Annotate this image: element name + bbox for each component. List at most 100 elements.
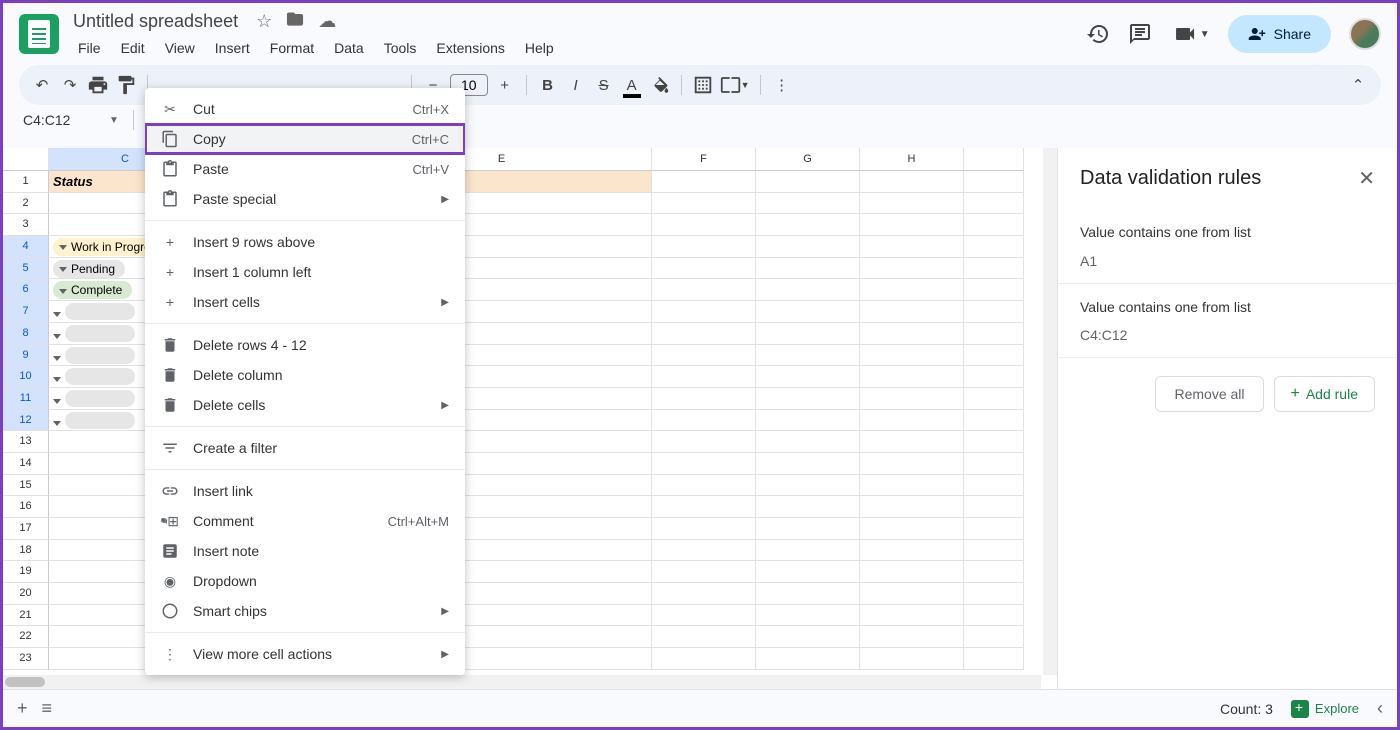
menu-data[interactable]: Data xyxy=(325,36,373,60)
print-icon[interactable] xyxy=(87,74,109,96)
row-header-17[interactable]: 17 xyxy=(3,518,49,540)
cell-G11[interactable] xyxy=(756,388,860,410)
cell-I7[interactable] xyxy=(964,301,1024,323)
undo-icon[interactable]: ↶ xyxy=(31,74,53,96)
cell-I5[interactable] xyxy=(964,258,1024,280)
cell-I9[interactable] xyxy=(964,345,1024,367)
cell-G15[interactable] xyxy=(756,475,860,497)
cell-H18[interactable] xyxy=(860,540,964,562)
cell-H2[interactable] xyxy=(860,193,964,215)
col-header-h[interactable]: H xyxy=(860,148,964,171)
text-color-icon[interactable]: A xyxy=(621,74,643,96)
validation-rule-2[interactable]: Value contains one from list C4:C12 xyxy=(1058,284,1397,359)
cell-I4[interactable] xyxy=(964,236,1024,258)
cell-F23[interactable] xyxy=(652,648,756,670)
cell-H8[interactable] xyxy=(860,323,964,345)
ctx-delete-rows[interactable]: Delete rows 4 - 12 xyxy=(145,330,465,360)
ctx-delete-column[interactable]: Delete column xyxy=(145,360,465,390)
cell-G22[interactable] xyxy=(756,626,860,648)
cell-H1[interactable] xyxy=(860,171,964,193)
cell-I15[interactable] xyxy=(964,475,1024,497)
menu-format[interactable]: Format xyxy=(261,36,323,60)
row-header-2[interactable]: 2 xyxy=(3,193,49,215)
cell-F11[interactable] xyxy=(652,388,756,410)
validation-rule-1[interactable]: Value contains one from list A1 xyxy=(1058,209,1397,284)
menu-insert[interactable]: Insert xyxy=(206,36,259,60)
cell-H23[interactable] xyxy=(860,648,964,670)
cell-F15[interactable] xyxy=(652,475,756,497)
ctx-insert-rows[interactable]: + Insert 9 rows above xyxy=(145,227,465,257)
cell-F2[interactable] xyxy=(652,193,756,215)
cell-H3[interactable] xyxy=(860,214,964,236)
cell-G12[interactable] xyxy=(756,410,860,432)
row-header-6[interactable]: 6 xyxy=(3,279,49,301)
cell-H7[interactable] xyxy=(860,301,964,323)
cell-G1[interactable] xyxy=(756,171,860,193)
ctx-paste[interactable]: Paste Ctrl+V xyxy=(145,154,465,184)
vertical-scrollbar[interactable] xyxy=(1043,148,1057,675)
cell-G8[interactable] xyxy=(756,323,860,345)
ctx-insert-note[interactable]: Insert note xyxy=(145,536,465,566)
menu-view[interactable]: View xyxy=(156,36,204,60)
cell-G3[interactable] xyxy=(756,214,860,236)
ctx-paste-special[interactable]: Paste special ▶ xyxy=(145,184,465,214)
side-panel-toggle[interactable]: ‹ xyxy=(1377,698,1383,719)
remove-all-button[interactable]: Remove all xyxy=(1155,376,1263,412)
cell-H22[interactable] xyxy=(860,626,964,648)
cell-I8[interactable] xyxy=(964,323,1024,345)
cell-G21[interactable] xyxy=(756,605,860,627)
cell-F13[interactable] xyxy=(652,431,756,453)
cell-F20[interactable] xyxy=(652,583,756,605)
cell-G17[interactable] xyxy=(756,518,860,540)
row-header-12[interactable]: 12 xyxy=(3,410,49,432)
col-header-g[interactable]: G xyxy=(756,148,860,171)
col-header-i[interactable] xyxy=(964,148,1024,171)
horizontal-scrollbar[interactable] xyxy=(3,675,1041,689)
name-box-input[interactable] xyxy=(19,110,99,130)
ctx-dropdown[interactable]: ◉ Dropdown xyxy=(145,566,465,596)
row-header-8[interactable]: 8 xyxy=(3,323,49,345)
cell-F19[interactable] xyxy=(652,561,756,583)
cell-G5[interactable] xyxy=(756,258,860,280)
share-button[interactable]: Share xyxy=(1228,15,1331,53)
cell-G19[interactable] xyxy=(756,561,860,583)
cell-G6[interactable] xyxy=(756,279,860,301)
cell-I6[interactable] xyxy=(964,279,1024,301)
ctx-smart-chips[interactable]: Smart chips ▶ xyxy=(145,596,465,626)
cell-H17[interactable] xyxy=(860,518,964,540)
meet-icon[interactable]: ▼ xyxy=(1170,22,1210,46)
ctx-delete-cells[interactable]: Delete cells ▶ xyxy=(145,390,465,420)
cell-I22[interactable] xyxy=(964,626,1024,648)
cell-G18[interactable] xyxy=(756,540,860,562)
cell-G2[interactable] xyxy=(756,193,860,215)
cell-F18[interactable] xyxy=(652,540,756,562)
row-header-3[interactable]: 3 xyxy=(3,214,49,236)
cell-F21[interactable] xyxy=(652,605,756,627)
collapse-toolbar-icon[interactable]: ⌃ xyxy=(1347,74,1369,96)
cell-F9[interactable] xyxy=(652,345,756,367)
cell-G4[interactable] xyxy=(756,236,860,258)
row-header-23[interactable]: 23 xyxy=(3,648,49,670)
row-header-21[interactable]: 21 xyxy=(3,605,49,627)
ctx-filter[interactable]: Create a filter xyxy=(145,433,465,463)
fontsize-increase[interactable]: + xyxy=(494,74,516,96)
cell-F8[interactable] xyxy=(652,323,756,345)
add-rule-button[interactable]: +Add rule xyxy=(1274,376,1376,412)
row-header-4[interactable]: 4 xyxy=(3,236,49,258)
row-header-16[interactable]: 16 xyxy=(3,496,49,518)
borders-icon[interactable] xyxy=(692,74,714,96)
cell-H21[interactable] xyxy=(860,605,964,627)
move-icon[interactable] xyxy=(286,10,304,33)
row-header-14[interactable]: 14 xyxy=(3,453,49,475)
cell-G9[interactable] xyxy=(756,345,860,367)
cell-F5[interactable] xyxy=(652,258,756,280)
row-header-11[interactable]: 11 xyxy=(3,388,49,410)
cell-H16[interactable] xyxy=(860,496,964,518)
menu-edit[interactable]: Edit xyxy=(112,36,154,60)
cell-G20[interactable] xyxy=(756,583,860,605)
close-icon[interactable]: ✕ xyxy=(1358,166,1375,191)
ctx-insert-cells[interactable]: + Insert cells ▶ xyxy=(145,287,465,317)
row-header-10[interactable]: 10 xyxy=(3,366,49,388)
cloud-icon[interactable]: ☁ xyxy=(318,11,336,32)
cell-I1[interactable] xyxy=(964,171,1024,193)
